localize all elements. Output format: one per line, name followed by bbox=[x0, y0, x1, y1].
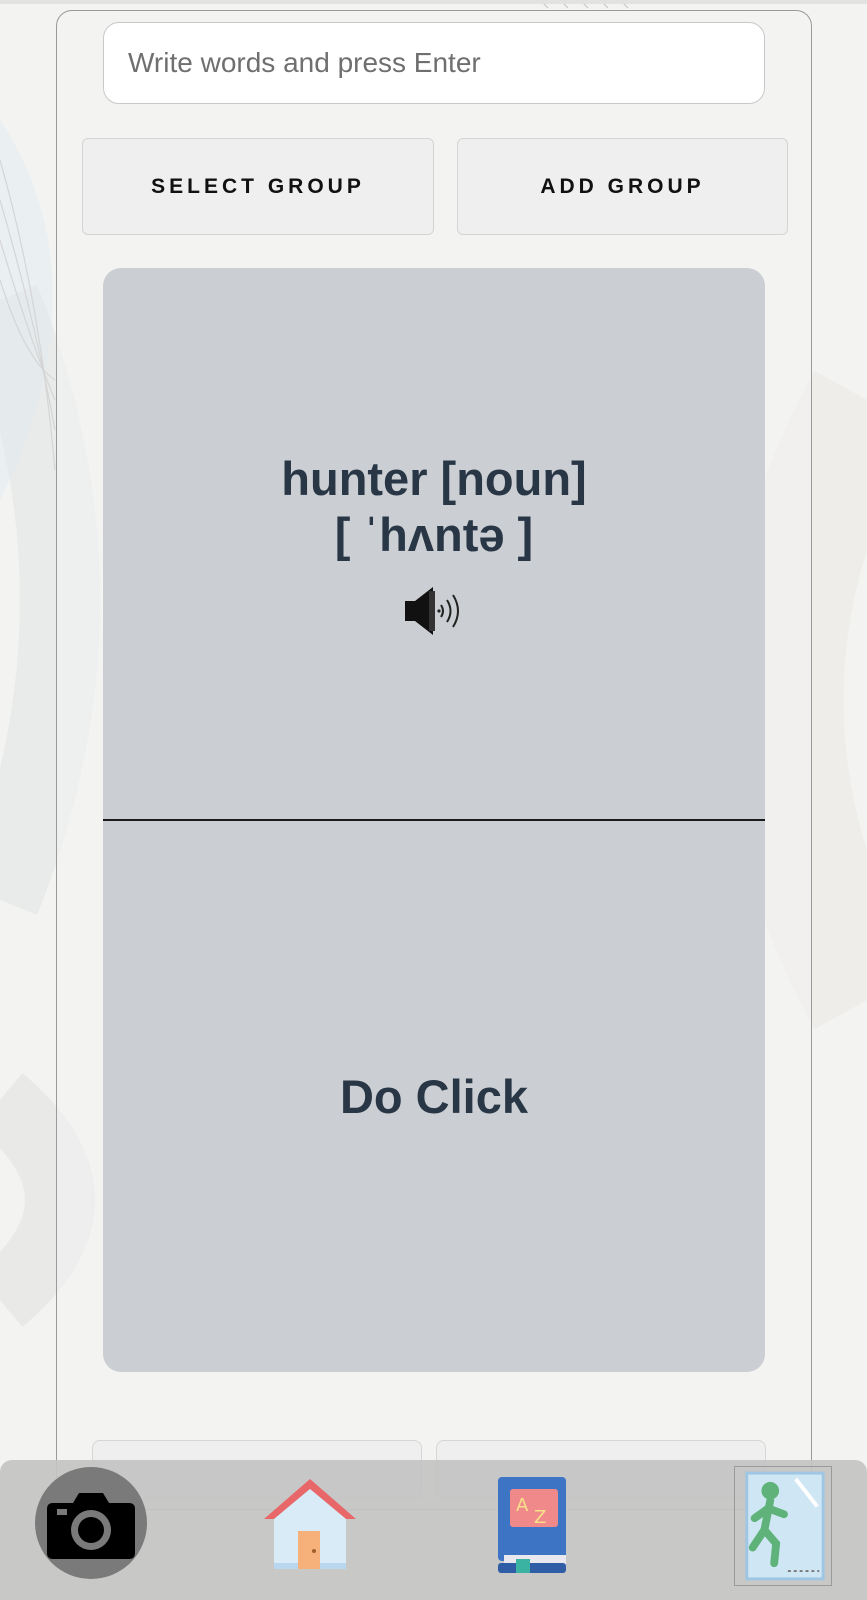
svg-text:Z: Z bbox=[534, 1507, 546, 1528]
flashcard-back: Do Click bbox=[103, 821, 765, 1372]
exit-icon[interactable] bbox=[734, 1466, 832, 1586]
svg-text:A: A bbox=[516, 1495, 529, 1516]
word-input[interactable] bbox=[103, 22, 765, 104]
word-text: hunter [noun] bbox=[281, 451, 587, 505]
select-group-button[interactable]: SELECT GROUP bbox=[82, 138, 434, 235]
flashcard[interactable]: hunter [noun] [ ˈhʌntə ] Do Click bbox=[103, 268, 765, 1372]
home-icon[interactable] bbox=[260, 1475, 360, 1573]
ipa-text: [ ˈhʌntə ] bbox=[334, 507, 534, 561]
camera-icon bbox=[47, 1493, 135, 1559]
add-group-button[interactable]: ADD GROUP bbox=[457, 138, 788, 235]
dictionary-icon[interactable]: A Z bbox=[494, 1475, 572, 1575]
do-click-text: Do Click bbox=[339, 1070, 529, 1123]
camera-button[interactable] bbox=[35, 1467, 147, 1579]
speaker-icon[interactable] bbox=[403, 585, 465, 637]
top-bar bbox=[0, 0, 867, 4]
flashcard-front: hunter [noun] [ ˈhʌntə ] bbox=[103, 268, 765, 819]
